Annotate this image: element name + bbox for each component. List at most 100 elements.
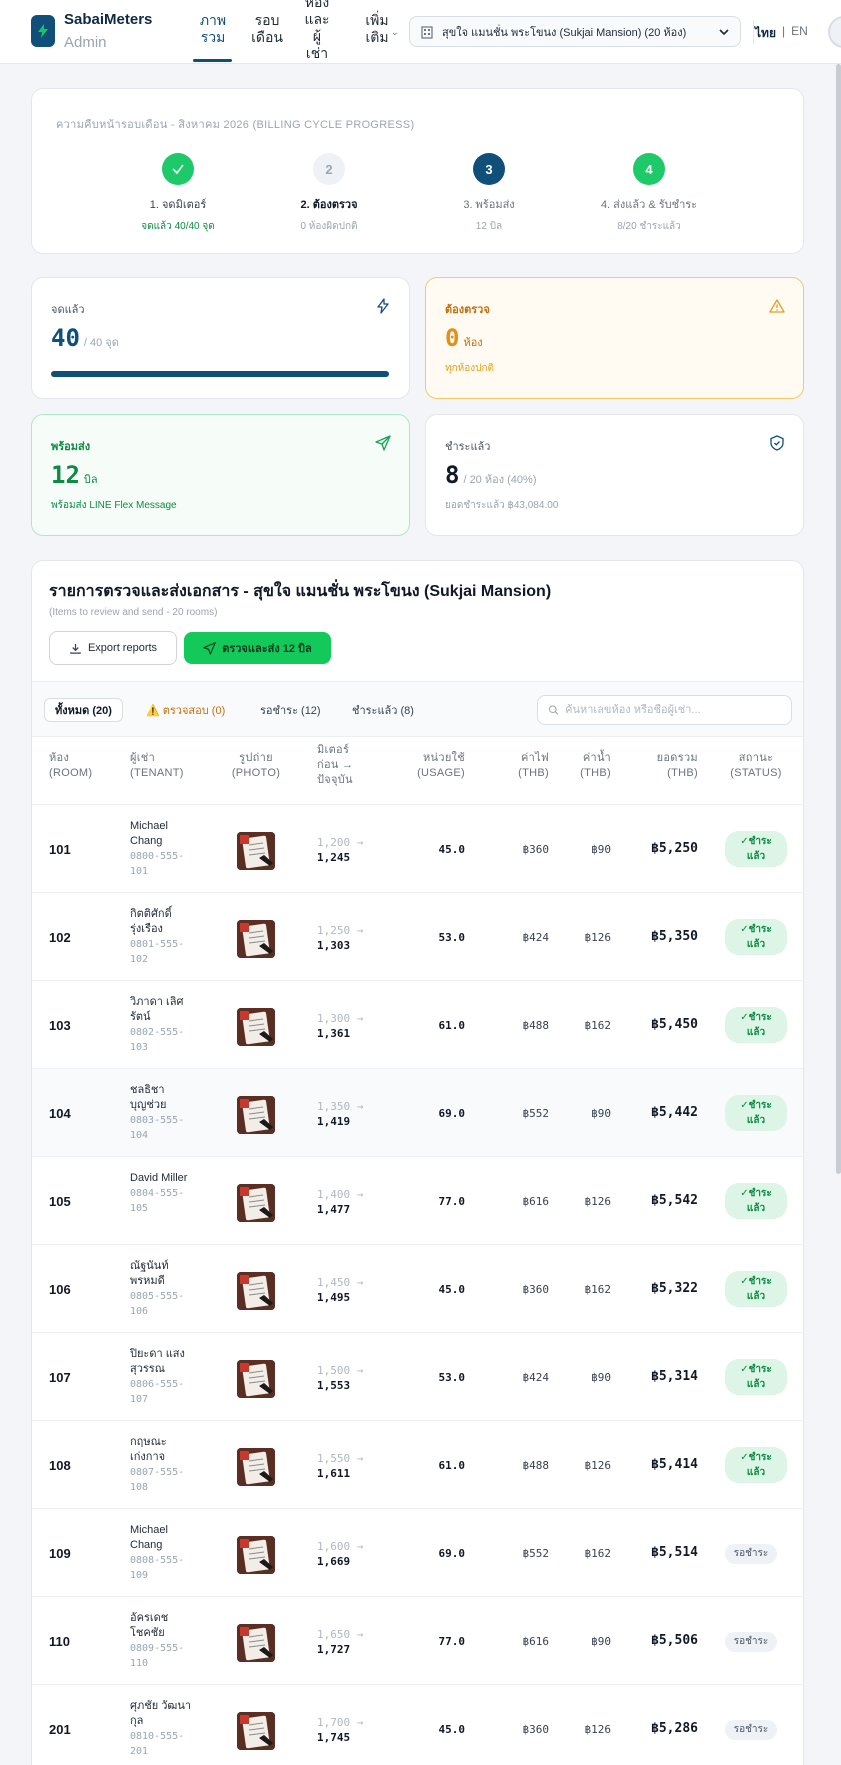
user-avatar[interactable] [828, 16, 841, 48]
table-row[interactable]: 105 David Miller 0804-555- 105 1,400 → 1… [32, 1157, 803, 1245]
col-meter[interactable]: มิเตอร์ ก่อน → ปัจจุบัน [317, 743, 353, 788]
nav-tab-rooms-tenants-label: ห้อง และ ผู้ เช่า [304, 0, 330, 61]
meter-photo-thumbnail[interactable] [237, 1624, 275, 1662]
room-number: 103 [49, 1018, 71, 1033]
stat-number: 8 [445, 461, 460, 489]
col-total[interactable]: ยอดรวม (THB) [657, 751, 698, 781]
stat-number: 12 [51, 461, 80, 489]
nav-tab-more[interactable]: เพิ่ม เติม ⌄ [357, 12, 398, 46]
tenant-cell: ศุภชัย วัฒนา กุล 0810-555- 201 [130, 1699, 196, 1759]
progress-step-record[interactable]: 1. จดมิเตอร์ จดแล้ว 40/40 จุด [98, 153, 258, 234]
table-row[interactable]: 109 Michael Chang 0808-555- 109 1,600 → … [32, 1509, 803, 1597]
recorded-progress-bar [51, 371, 389, 377]
search-input[interactable] [565, 704, 781, 716]
usage-value: 69.0 [438, 1107, 466, 1120]
tenant-name: ศุภชัย วัฒนา กุล [130, 1700, 192, 1727]
col-tenant[interactable]: ผู้เช่า (TENANT) [130, 751, 184, 781]
stat-title: จดแล้ว [51, 304, 85, 316]
table-row[interactable]: 106 ณัฐนันท์ พรหมดี 0805-555- 106 1,450 … [32, 1245, 803, 1333]
lang-en-button[interactable]: EN [791, 24, 808, 43]
meter-photo-thumbnail[interactable] [237, 1184, 275, 1222]
total-amount: ฿5,250 [651, 841, 698, 856]
table-title: รายการตรวจและส่งเอกสาร - สุขใจ แมนชั่น พ… [49, 583, 552, 600]
status-badge[interactable]: ✓ชำระ แล้ว [725, 1359, 787, 1395]
table-row[interactable]: 108 กฤษณะ เก่งกาจ 0807-555- 108 1,550 → … [32, 1421, 803, 1509]
meter-photo-thumbnail[interactable] [237, 1008, 275, 1046]
meter-previous: 1,450 → [317, 1276, 364, 1289]
meter-photo-thumbnail[interactable] [237, 1448, 275, 1486]
meter-photo-thumbnail[interactable] [237, 1272, 275, 1310]
col-elec[interactable]: ค่าไฟ (THB) [518, 751, 549, 781]
status-badge[interactable]: ✓ชำระ แล้ว [725, 1447, 787, 1483]
status-badge[interactable]: ✓ชำระ แล้ว [725, 1271, 787, 1307]
meter-photo-thumbnail[interactable] [237, 1712, 275, 1750]
step-label: 2. ต้องตรวจ [300, 199, 358, 211]
status-badge[interactable]: รอชำระ [725, 1544, 777, 1564]
stat-card-paid[interactable]: ชำระแล้ว 8/ 20 ห้อง (40%) ยอดชำระแล้ว ฿4… [425, 414, 804, 536]
stat-card-review[interactable]: ต้องตรวจ 0 ห้อง ทุกห้องปกติ [425, 277, 804, 399]
status-badge[interactable]: ✓ชำระ แล้ว [725, 1183, 787, 1219]
col-status[interactable]: สถานะ (STATUS) [725, 751, 787, 781]
progress-step-ready[interactable]: 3 3. พร้อมส่ง 12 บิล [409, 153, 569, 234]
tenant-phone: 0802-555- 103 [130, 1027, 185, 1053]
water-cost: ฿126 [584, 1459, 612, 1472]
step-number: 4 [633, 153, 665, 185]
table-row[interactable]: 107 ปิยะดา แสง สุวรรณ 0806-555- 107 1,50… [32, 1333, 803, 1421]
meter-photo-thumbnail[interactable] [237, 1536, 275, 1574]
filter-tab-paid[interactable]: ชำระแล้ว (8) [342, 698, 424, 722]
send-icon [203, 641, 216, 655]
brand-logo[interactable] [31, 15, 55, 47]
meter-photo-thumbnail[interactable] [237, 832, 275, 870]
progress-step-sent[interactable]: 4 4. ส่งแล้ว & รับชำระ 8/20 ชำระแล้ว [569, 153, 729, 234]
table-subtitle: (Items to review and send - 20 rooms) [49, 607, 218, 618]
col-photo[interactable]: รูปถ่าย (PHOTO) [230, 751, 282, 781]
table-row[interactable]: 201 ศุภชัย วัฒนา กุล 0810-555- 201 1,700… [32, 1685, 803, 1765]
table-row[interactable]: 101 Michael Chang 0800-555- 101 1,200 → … [32, 805, 803, 893]
export-reports-button[interactable]: Export reports [49, 631, 177, 665]
table-row[interactable]: 110 อัครเดช โชคชัย 0809-555- 110 1,650 →… [32, 1597, 803, 1685]
meter-photo-thumbnail[interactable] [237, 1360, 275, 1398]
step-sub: จดแล้ว 40/40 จุด [141, 221, 215, 232]
progress-step-review[interactable]: 2 2. ต้องตรวจ 0 ห้องผิดปกติ [249, 153, 409, 234]
filter-tab-all[interactable]: ทั้งหมด (20) [44, 698, 123, 722]
water-cost: ฿90 [591, 1107, 611, 1120]
review-send-bills-button[interactable]: ตรวจและส่ง 12 บิล [184, 632, 331, 664]
table-row[interactable]: 103 วิภาดา เลิศ รัตน์ 0802-555- 103 1,30… [32, 981, 803, 1069]
filter-tab-pending[interactable]: รอชำระ (12) [250, 698, 331, 722]
status-badge[interactable]: ✓ชำระ แล้ว [725, 1095, 787, 1131]
filter-tab-review[interactable]: ⚠️ ตรวจสอบ (0) [136, 698, 235, 722]
stat-card-ready[interactable]: พร้อมส่ง 12 บิล พร้อมส่ง LINE Flex Messag… [31, 414, 410, 536]
nav-tab-billing-cycle[interactable]: รอบ เดือน [247, 12, 287, 46]
status-badge[interactable]: ✓ชำระ แล้ว [725, 919, 787, 955]
meter-photo-image [237, 920, 275, 958]
meter-current: 1,245 [317, 851, 351, 864]
status-badge[interactable]: ✓ชำระ แล้ว [725, 831, 787, 867]
table-row[interactable]: 104 ชลธิชา บุญช่วย 0803-555- 104 1,350 →… [32, 1069, 803, 1157]
status-badge[interactable]: รอชำระ [725, 1632, 777, 1652]
status-badge[interactable]: รอชำระ [725, 1720, 777, 1740]
table-row[interactable]: 102 กิตติศักดิ์ รุ่งเรือง 0801-555- 102 … [32, 893, 803, 981]
meter-photo-image [237, 1184, 275, 1222]
stat-card-recorded[interactable]: จดแล้ว 40/ 40 จุด [31, 277, 410, 399]
status-badge[interactable]: ✓ชำระ แล้ว [725, 1007, 787, 1043]
room-number: 201 [49, 1722, 71, 1737]
page-scrollbar[interactable] [836, 64, 841, 1174]
meter-current: 1,669 [317, 1555, 351, 1568]
nav-tab-overview[interactable]: ภาพ รวม [193, 12, 233, 46]
col-water[interactable]: ค่าน้ำ (THB) [580, 751, 611, 781]
property-select[interactable]: สุขใจ แมนชั่น พระโขนง (Sukjai Mansion) (… [409, 16, 741, 47]
meter-photo-thumbnail[interactable] [237, 1096, 275, 1134]
stat-unit: / 20 ห้อง (40%) [463, 474, 537, 486]
meter-photo-thumbnail[interactable] [237, 920, 275, 958]
electricity-cost: ฿488 [522, 1019, 550, 1032]
stat-value: 8/ 20 ห้อง (40%) [445, 461, 536, 489]
col-room[interactable]: ห้อง (ROOM) [49, 751, 92, 781]
tenant-phone: 0803-555- 104 [130, 1115, 185, 1141]
meter-previous: 1,600 → [317, 1540, 364, 1553]
electricity-cost: ฿360 [522, 1723, 550, 1736]
col-usage[interactable]: หน่วยใช้ (USAGE) [417, 751, 465, 781]
nav-tab-rooms-tenants[interactable]: ห้อง และ ผู้ เช่า [302, 0, 332, 62]
meter-photo-image [237, 1536, 275, 1574]
lang-th-button[interactable]: ไทย [755, 24, 776, 43]
search-box[interactable] [537, 695, 792, 725]
